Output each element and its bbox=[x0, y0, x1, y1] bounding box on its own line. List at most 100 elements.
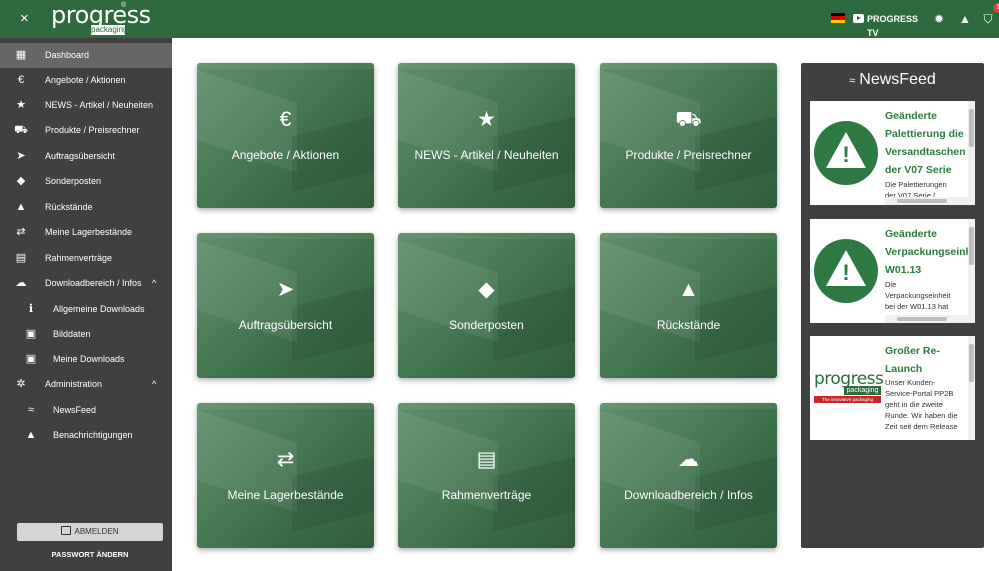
vertical-scrollbar[interactable] bbox=[968, 101, 975, 197]
sidebar-item-news[interactable]: ★ NEWS - Artikel / Neuheiten bbox=[0, 93, 172, 118]
sidebar-item-label: Meine Lagerbestände bbox=[45, 227, 133, 237]
tile-label: Sonderposten bbox=[449, 318, 524, 332]
tile-label: Angebote / Aktionen bbox=[231, 148, 340, 162]
sidebar-item-rahmenvertraege[interactable]: ▤ Rahmenverträge bbox=[0, 246, 172, 271]
news-card-text: Unser Kunden- Service-Portal PP2B geht i… bbox=[885, 378, 958, 431]
tv-icon[interactable] bbox=[853, 14, 864, 23]
tile-sonderposten[interactable]: ◆ Sonderposten bbox=[398, 233, 575, 378]
tile-label: NEWS - Artikel / Neuheiten bbox=[414, 148, 559, 162]
cart-icon[interactable]: ⛉ bbox=[981, 11, 995, 27]
news-card-title: Geänderte Verpackungseinh W01.13 bbox=[885, 228, 970, 276]
sidebar-item-produkte[interactable]: ⛟ Produkte / Preisrechner bbox=[0, 118, 172, 143]
cloud-download-icon: ☁ bbox=[15, 277, 27, 289]
sidebar-item-label: Rahmenverträge bbox=[45, 253, 113, 263]
star-icon: ★ bbox=[16, 99, 26, 111]
sidebar-item-newsfeed[interactable]: ≈ NewsFeed bbox=[0, 398, 172, 423]
sidebar-item-label: NEWS - Artikel / Neuheiten bbox=[45, 100, 154, 110]
sidebar-item-lagerbestaende[interactable]: ⇄ Meine Lagerbestände bbox=[0, 220, 172, 245]
truck-icon: ⛟ bbox=[14, 124, 28, 136]
rss-icon: ≈ bbox=[849, 75, 856, 87]
send-icon: ➤ bbox=[16, 150, 26, 162]
news-card[interactable]: progress packaging The innovative packag… bbox=[810, 336, 975, 440]
sidebar-item-meine-downloads[interactable]: ▣ Meine Downloads bbox=[0, 347, 172, 372]
sidebar-item-label: Produkte / Preisrechner bbox=[45, 125, 140, 135]
tile-label: Rückstände bbox=[656, 318, 721, 332]
sidebar-item-angebote[interactable]: € Angebote / Aktionen bbox=[0, 68, 172, 93]
news-card-title: Geänderte Palettierung die Versandtasche… bbox=[885, 110, 966, 176]
progress-logo[interactable]: progress packaging ® bbox=[51, 1, 151, 37]
euro-icon: € bbox=[17, 74, 25, 86]
settings-icon[interactable]: ✹ bbox=[932, 11, 946, 27]
change-password-link[interactable]: PASSWORT ÄNDERN bbox=[17, 547, 163, 563]
sidebar: ▦ Dashboard € Angebote / Aktionen ★ NEWS… bbox=[0, 38, 172, 571]
account-box-icon: ▣ bbox=[25, 353, 37, 365]
sidebar-item-downloadbereich[interactable]: ☁ Downloadbereich / Infos ^ bbox=[0, 271, 172, 296]
sidebar-item-label: Administration bbox=[45, 379, 103, 389]
horizontal-scrollbar[interactable] bbox=[885, 197, 975, 205]
progress-tv-link[interactable]: PROGRESS TV bbox=[867, 12, 927, 38]
sidebar-item-sonderposten[interactable]: ◆ Sonderposten bbox=[0, 169, 172, 194]
horizontal-scrollbar[interactable] bbox=[885, 315, 975, 323]
sidebar-item-label: Allgemeine Downloads bbox=[53, 304, 145, 314]
tile-auftragsuebersicht[interactable]: ➤ Auftragsübersicht bbox=[197, 233, 374, 378]
image-icon: ▣ bbox=[25, 328, 37, 340]
warning-icon: ! bbox=[814, 239, 880, 305]
warning-icon: ▲ bbox=[678, 278, 699, 301]
sidebar-item-label: Sonderposten bbox=[45, 176, 102, 186]
truck-icon: ⛟ bbox=[675, 108, 702, 131]
tile-downloadbereich[interactable]: ☁ Downloadbereich / Infos bbox=[600, 403, 777, 548]
sidebar-item-label: Bilddaten bbox=[53, 329, 91, 339]
close-icon[interactable]: × bbox=[20, 10, 34, 28]
sidebar-item-label: Dashboard bbox=[45, 50, 90, 60]
vertical-scrollbar[interactable] bbox=[968, 336, 975, 440]
logout-label: ABMELDEN bbox=[74, 527, 119, 536]
sidebar-item-rueckstaende[interactable]: ▲ Rückstände bbox=[0, 195, 172, 220]
vertical-scrollbar[interactable] bbox=[968, 219, 975, 315]
swap-icon: ⇄ bbox=[16, 226, 26, 238]
sidebar-item-dashboard[interactable]: ▦ Dashboard bbox=[0, 43, 172, 68]
sidebar-item-label: NewsFeed bbox=[53, 405, 97, 415]
warning-icon: ! bbox=[814, 121, 880, 187]
cloud-download-icon: ☁ bbox=[678, 448, 699, 471]
sidebar-item-allgemeine-downloads[interactable]: ℹ Allgemeine Downloads bbox=[0, 297, 172, 322]
bell-icon: ▲ bbox=[25, 429, 37, 441]
news-card[interactable]: ! Geänderte Palettierung die Versandtasc… bbox=[810, 101, 975, 205]
sidebar-item-label: Benachrichtigungen bbox=[53, 430, 133, 440]
logo-word: progress bbox=[51, 1, 151, 29]
sidebar-item-benachrichtigungen[interactable]: ▲ Benachrichtigungen bbox=[0, 423, 172, 448]
tile-lagerbestaende[interactable]: ⇄ Meine Lagerbestände bbox=[197, 403, 374, 548]
newsfeed-panel: ≈ NewsFeed ! Geänderte Palettierung die V… bbox=[801, 63, 984, 548]
sidebar-item-label: Rückstände bbox=[45, 202, 93, 212]
sidebar-item-administration[interactable]: ✲ Administration ^ bbox=[0, 372, 172, 397]
sidebar-item-label: Angebote / Aktionen bbox=[45, 75, 126, 85]
news-card[interactable]: ! Geänderte Verpackungseinh W01.13 Die V… bbox=[810, 219, 975, 323]
tile-rahmenvertraege[interactable]: ▤ Rahmenverträge bbox=[398, 403, 575, 548]
sidebar-item-label: Auftragsübersicht bbox=[45, 151, 116, 161]
tile-label: Auftragsübersicht bbox=[238, 318, 333, 332]
tile-label: Downloadbereich / Infos bbox=[624, 488, 753, 502]
info-icon: ℹ bbox=[28, 303, 34, 315]
logo-registered: ® bbox=[121, 2, 127, 9]
germany-flag-icon[interactable] bbox=[831, 13, 845, 23]
tile-rueckstaende[interactable]: ▲ Rückstände bbox=[600, 233, 777, 378]
tile-produkte[interactable]: ⛟ Produkte / Preisrechner bbox=[600, 63, 777, 208]
tag-icon: ◆ bbox=[478, 278, 495, 301]
newsfeed-title: ≈ NewsFeed bbox=[849, 71, 936, 88]
euro-icon: € bbox=[279, 108, 292, 131]
chevron-up-icon: ^ bbox=[152, 278, 157, 288]
document-icon: ▤ bbox=[476, 448, 497, 471]
warning-icon: ▲ bbox=[15, 201, 27, 213]
send-icon: ➤ bbox=[276, 278, 295, 301]
sidebar-item-auftragsuebersicht[interactable]: ➤ Auftragsübersicht bbox=[0, 144, 172, 169]
sidebar-item-label: Downloadbereich / Infos bbox=[45, 278, 142, 288]
logout-button[interactable]: ABMELDEN bbox=[17, 523, 163, 541]
tile-angebote[interactable]: € Angebote / Aktionen bbox=[197, 63, 374, 208]
cart-badge: 1 bbox=[993, 3, 999, 13]
sidebar-item-bilddaten[interactable]: ▣ Bilddaten bbox=[0, 322, 172, 347]
document-icon: ▤ bbox=[15, 252, 27, 264]
star-icon: ★ bbox=[477, 108, 496, 131]
bell-icon[interactable]: ▲ bbox=[958, 11, 972, 27]
tile-news[interactable]: ★ NEWS - Artikel / Neuheiten bbox=[398, 63, 575, 208]
dashboard-icon: ▦ bbox=[15, 49, 27, 61]
swap-icon: ⇄ bbox=[276, 448, 295, 471]
